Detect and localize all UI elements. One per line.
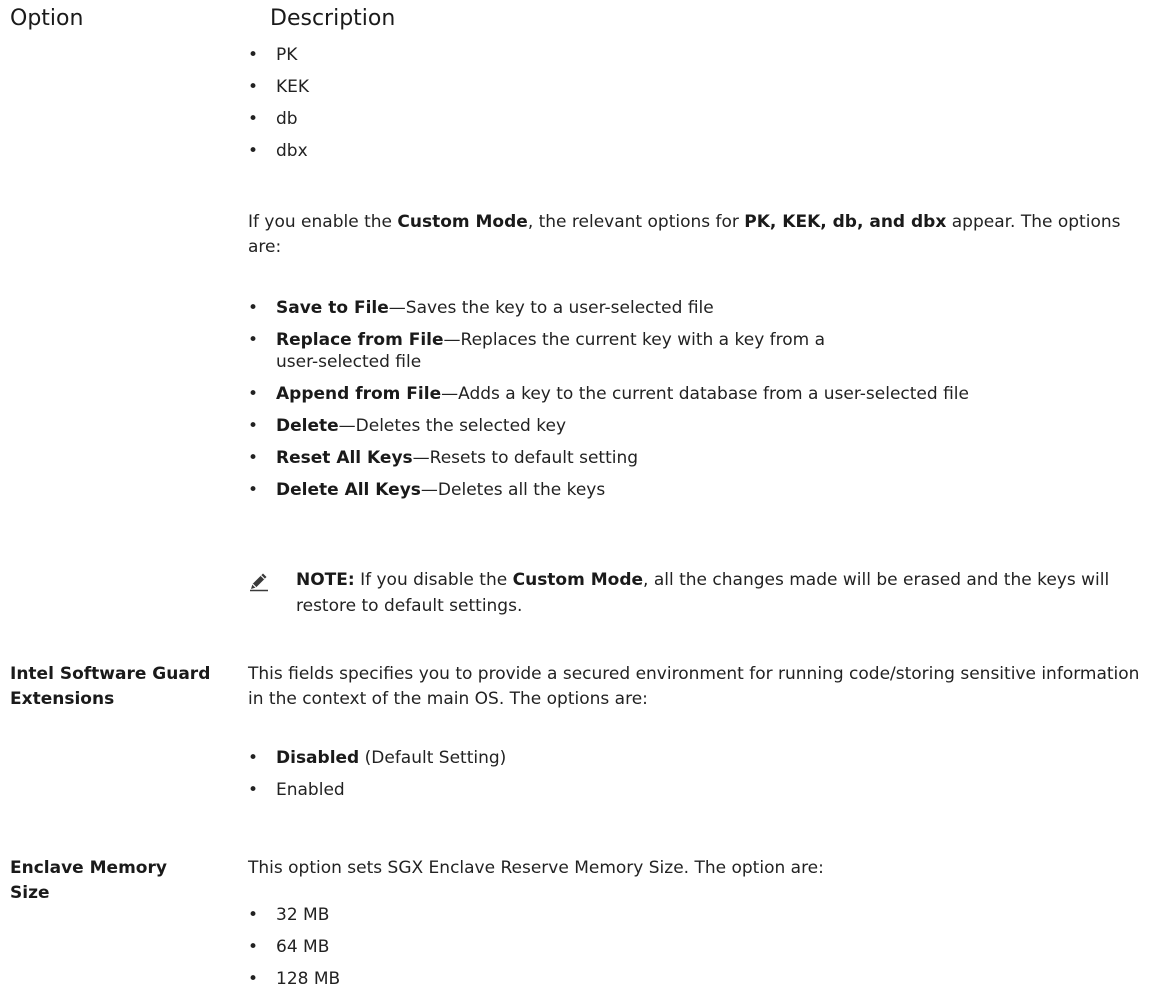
text: , the relevant options for [527, 212, 745, 232]
text: If you enable the [248, 212, 398, 232]
option-desc: —Resets to default setting [412, 448, 639, 468]
note-label: NOTE: [296, 570, 355, 590]
list-item: 32 MB [248, 904, 340, 926]
list-item: Enabled [248, 779, 506, 801]
list-item: Save to File—Saves the key to a user-sel… [248, 297, 969, 319]
text: If you disable the [354, 570, 513, 590]
option-value: Enabled [276, 780, 345, 800]
header-description: Description [270, 6, 396, 31]
list-item: 128 MB [248, 968, 340, 990]
option-value: Disabled [276, 748, 360, 768]
list-item: KEK [248, 76, 309, 98]
list-item: db [248, 108, 309, 130]
option-name-enclave: Enclave Memory Size [10, 858, 167, 903]
sgx-options-list: Disabled (Default Setting) Enabled [248, 747, 506, 801]
pencil-icon [248, 570, 270, 592]
option-name: Reset All Keys [276, 448, 413, 468]
list-item: Disabled (Default Setting) [248, 747, 506, 769]
list-item: Reset All Keys—Resets to default setting [248, 447, 969, 469]
enclave-description: This option sets SGX Enclave Reserve Mem… [248, 858, 824, 878]
key-options-list: Save to File—Saves the key to a user-sel… [248, 297, 969, 501]
option-name-sgx: Intel Software Guard Extensions [10, 664, 211, 709]
option-name: Delete All Keys [276, 480, 421, 500]
header-option: Option [10, 6, 84, 31]
list-item: Delete—Deletes the selected key [248, 415, 969, 437]
option-desc: —Saves the key to a user-selected file [388, 298, 714, 318]
secure-boot-key-list: PK KEK db dbx [248, 44, 309, 162]
list-item: Delete All Keys—Deletes all the keys [248, 479, 969, 501]
custom-mode-paragraph: If you enable the Custom Mode, the relev… [248, 210, 1148, 260]
option-name: Replace from File [276, 330, 444, 350]
custom-mode-term: Custom Mode [512, 570, 644, 590]
list-item: Append from File—Adds a key to the curre… [248, 383, 969, 405]
note-text: NOTE: If you disable the Custom Mode, al… [296, 567, 1153, 619]
option-name: Delete [276, 416, 339, 436]
enclave-options-list: 32 MB 64 MB 128 MB [248, 904, 340, 990]
sgx-description: This fields specifies you to provide a s… [248, 664, 1140, 709]
option-name: Append from File [276, 384, 442, 404]
list-item: PK [248, 44, 309, 66]
list-item: Replace from File—Replaces the current k… [248, 329, 836, 373]
list-item: dbx [248, 140, 309, 162]
option-desc: —Adds a key to the current database from… [441, 384, 969, 404]
option-desc: —Deletes the selected key [338, 416, 566, 436]
key-names-term: PK, KEK, db, and dbx [744, 212, 947, 232]
custom-mode-term: Custom Mode [397, 212, 528, 232]
option-desc: —Deletes all the keys [420, 480, 606, 500]
option-name: Save to File [276, 298, 389, 318]
default-note: (Default Setting) [359, 748, 507, 768]
list-item: 64 MB [248, 936, 340, 958]
